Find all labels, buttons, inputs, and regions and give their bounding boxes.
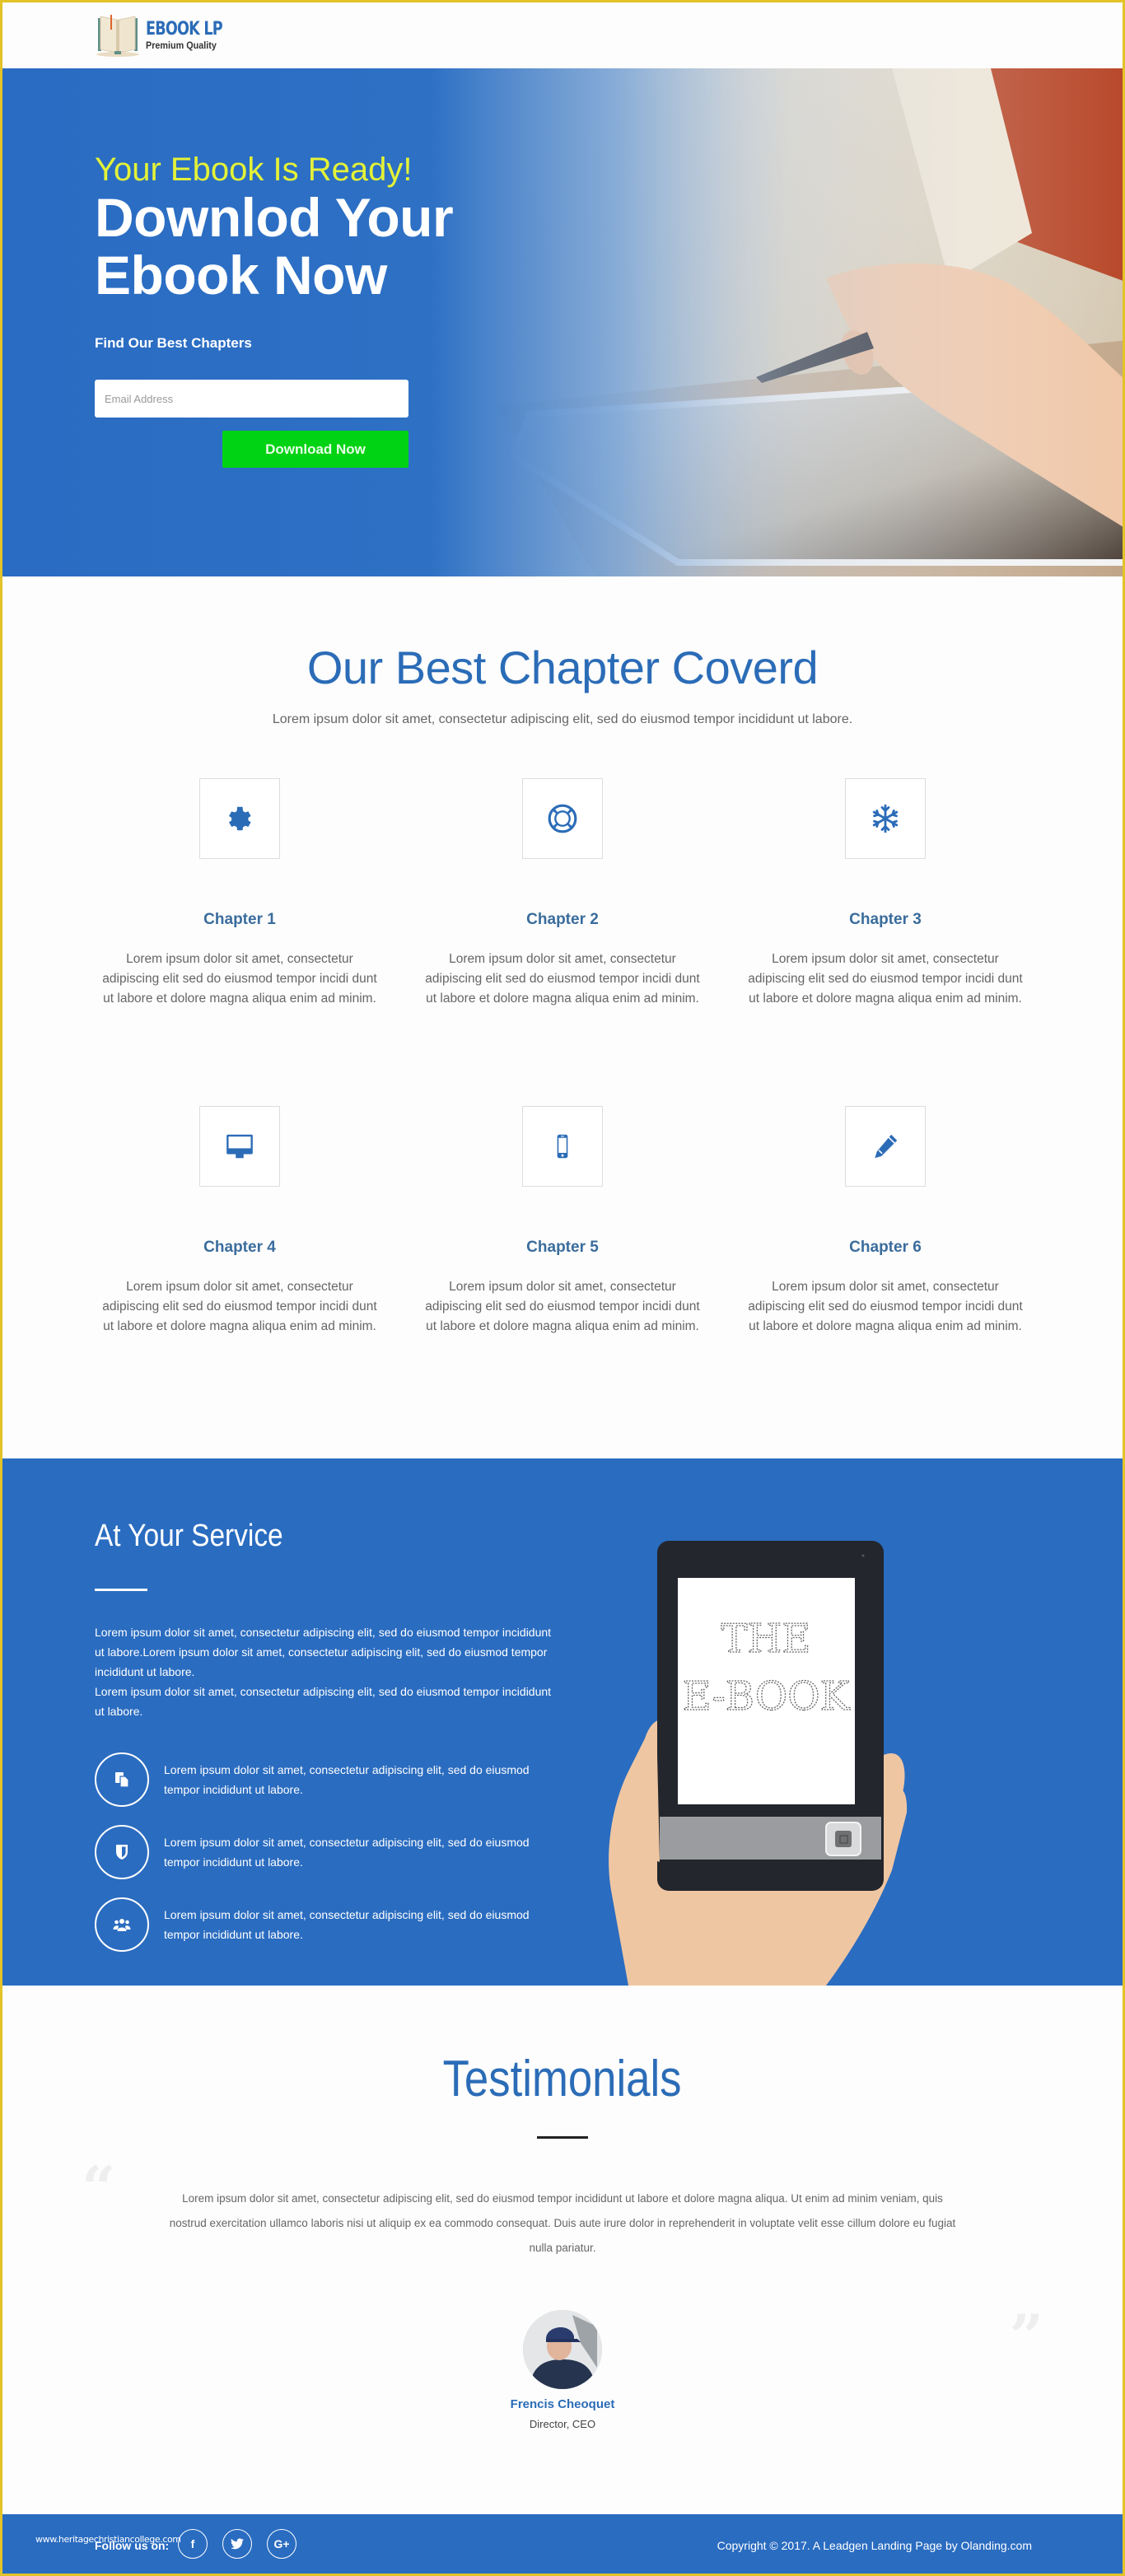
desktop-icon	[226, 1134, 253, 1159]
copy-files-icon	[115, 1772, 129, 1788]
hero-section: Your Ebook Is Ready! Downlod Your Ebook …	[2, 68, 1123, 576]
site-header: EBOOK LP Premium Quality	[2, 2, 1123, 68]
chapter-title: Chapter 6	[849, 1239, 922, 1256]
gear-icon	[229, 806, 251, 831]
hero-subtitle: Find Our Best Chapters	[95, 335, 252, 351]
testimonial-quote: Lorem ipsum dolor sit amet, consectetur …	[169, 2192, 956, 2254]
chapter-icon-box	[845, 778, 926, 859]
facebook-icon: f	[190, 2537, 195, 2550]
testimonial-author-role: Director, CEO	[529, 2418, 596, 2430]
testimonials-section: Testimonials “ ” Lorem ipsum dolor sit a…	[2, 1986, 1123, 2514]
hero-title-line2: Ebook Now	[95, 245, 387, 306]
chapter-text: Lorem ipsum dolor sit amet, consectetur …	[748, 1280, 1023, 1333]
chapter-card: Chapter 5 Lorem ipsum dolor sit amet, co…	[402, 1106, 723, 1337]
chapter-card: Chapter 3 Lorem ipsum dolor sit amet, co…	[725, 778, 1046, 1009]
brand-text: EBOOK LP Premium Quality	[146, 19, 241, 52]
hero-title-line1: Downlod Your	[95, 187, 454, 248]
service-divider	[95, 1589, 147, 1591]
service-icon-circle	[95, 1897, 149, 1952]
twitter-link[interactable]	[222, 2529, 252, 2559]
email-input[interactable]	[95, 380, 408, 418]
shield-icon	[116, 1845, 128, 1860]
testimonials-divider	[537, 2136, 588, 2139]
service-title: At Your Service	[95, 1519, 283, 1553]
chapters-title: Our Best Chapter Coverd	[306, 642, 819, 693]
hero-title: Downlod Your Ebook Now	[95, 189, 490, 304]
site-footer: www.heritagechristiancollege.com Follow …	[2, 2514, 1123, 2574]
chapter-text: Lorem ipsum dolor sit amet, consectetur …	[425, 1280, 700, 1333]
brand-title: EBOOK LP	[146, 19, 223, 40]
open-book-icon	[95, 13, 141, 58]
ereader-screen-line2: E-BOOK	[683, 1673, 851, 1720]
copyright-text: Copyright © 2017. A Leadgen Landing Page…	[717, 2539, 1032, 2552]
ereader-in-hand-image: THE E-BOOK	[609, 1541, 908, 1986]
service-item: Lorem ipsum dolor sit amet, consectetur …	[95, 1897, 556, 1952]
chapter-title: Chapter 1	[203, 911, 276, 928]
chapter-title: Chapter 4	[203, 1239, 276, 1256]
users-group-icon	[113, 1919, 131, 1931]
chapter-text: Lorem ipsum dolor sit amet, consectetur …	[748, 952, 1023, 1006]
follow-us-label: Follow us on:	[95, 2539, 170, 2552]
social-links: f G+	[178, 2529, 296, 2559]
brand-subtitle: Premium Quality	[146, 40, 217, 51]
chapter-card: Chapter 6 Lorem ipsum dolor sit amet, co…	[725, 1106, 1046, 1337]
chapter-title: Chapter 5	[526, 1239, 599, 1256]
google-plus-icon: G+	[273, 2537, 290, 2550]
quote-open-icon: “	[82, 2153, 116, 2223]
chapter-grid: Chapter 1 Lorem ipsum dolor sit amet, co…	[2, 778, 1123, 1337]
chapter-card: Chapter 1 Lorem ipsum dolor sit amet, co…	[79, 778, 400, 1009]
chapter-card: Chapter 4 Lorem ipsum dolor sit amet, co…	[79, 1106, 400, 1337]
chapters-lead: Lorem ipsum dolor sit amet, consectetur …	[272, 712, 853, 726]
pencil-icon	[875, 1134, 898, 1159]
chapter-card: Chapter 2 Lorem ipsum dolor sit amet, co…	[402, 778, 723, 1009]
facebook-link[interactable]: f	[178, 2529, 208, 2559]
testimonials-title: Testimonials	[443, 2051, 682, 2107]
email-signup-form: Download Now	[95, 380, 490, 468]
download-now-button[interactable]: Download Now	[222, 431, 408, 468]
service-icon-circle	[95, 1752, 149, 1807]
ereader-screen-line1: THE	[721, 1616, 811, 1662]
service-item: Lorem ipsum dolor sit amet, consectetur …	[95, 1752, 556, 1807]
brand-logo[interactable]: EBOOK LP Premium Quality	[95, 13, 241, 58]
chapter-icon-box	[199, 1106, 280, 1187]
service-paragraph-1: Lorem ipsum dolor sit amet, consectetur …	[95, 1626, 552, 1678]
hero-content: Your Ebook Is Ready! Downlod Your Ebook …	[95, 151, 490, 468]
snowflake-icon	[872, 804, 899, 833]
chapter-icon-box	[845, 1106, 926, 1187]
chapters-section: Our Best Chapter Coverd Lorem ipsum dolo…	[2, 576, 1123, 1458]
twitter-icon	[231, 2538, 244, 2550]
mobile-phone-icon	[557, 1134, 568, 1159]
chapter-text: Lorem ipsum dolor sit amet, consectetur …	[102, 1280, 377, 1333]
avatar	[523, 2310, 602, 2389]
chapter-icon-box	[522, 1106, 603, 1187]
hero-kicker: Your Ebook Is Ready!	[95, 152, 413, 188]
service-item-text: Lorem ipsum dolor sit amet, consectetur …	[164, 1836, 530, 1869]
service-section: At Your Service Lorem ipsum dolor sit am…	[2, 1458, 1123, 1986]
chapter-title: Chapter 2	[526, 911, 599, 928]
service-item: Lorem ipsum dolor sit amet, consectetur …	[95, 1825, 556, 1879]
chapter-icon-box	[522, 778, 603, 859]
avatar-photo	[523, 2310, 602, 2389]
google-plus-link[interactable]: G+	[267, 2529, 296, 2559]
service-paragraph-2: Lorem ipsum dolor sit amet, consectetur …	[95, 1685, 552, 1718]
testimonial-author-name: Frencis Cheoquet	[510, 2397, 615, 2411]
service-paragraph: Lorem ipsum dolor sit amet, consectetur …	[95, 1622, 556, 1721]
service-item-text: Lorem ipsum dolor sit amet, consectetur …	[164, 1908, 530, 1941]
service-list: Lorem ipsum dolor sit amet, consectetur …	[95, 1752, 556, 1952]
life-ring-icon	[548, 804, 577, 833]
chapter-text: Lorem ipsum dolor sit amet, consectetur …	[102, 952, 377, 1006]
service-content: At Your Service Lorem ipsum dolor sit am…	[95, 1519, 556, 1970]
chapter-icon-box	[199, 778, 280, 859]
quote-close-icon: ”	[1009, 2301, 1043, 2371]
chapter-text: Lorem ipsum dolor sit amet, consectetur …	[425, 952, 700, 1006]
chapter-title: Chapter 3	[849, 911, 922, 928]
service-item-text: Lorem ipsum dolor sit amet, consectetur …	[164, 1763, 530, 1796]
service-icon-circle	[95, 1825, 149, 1879]
